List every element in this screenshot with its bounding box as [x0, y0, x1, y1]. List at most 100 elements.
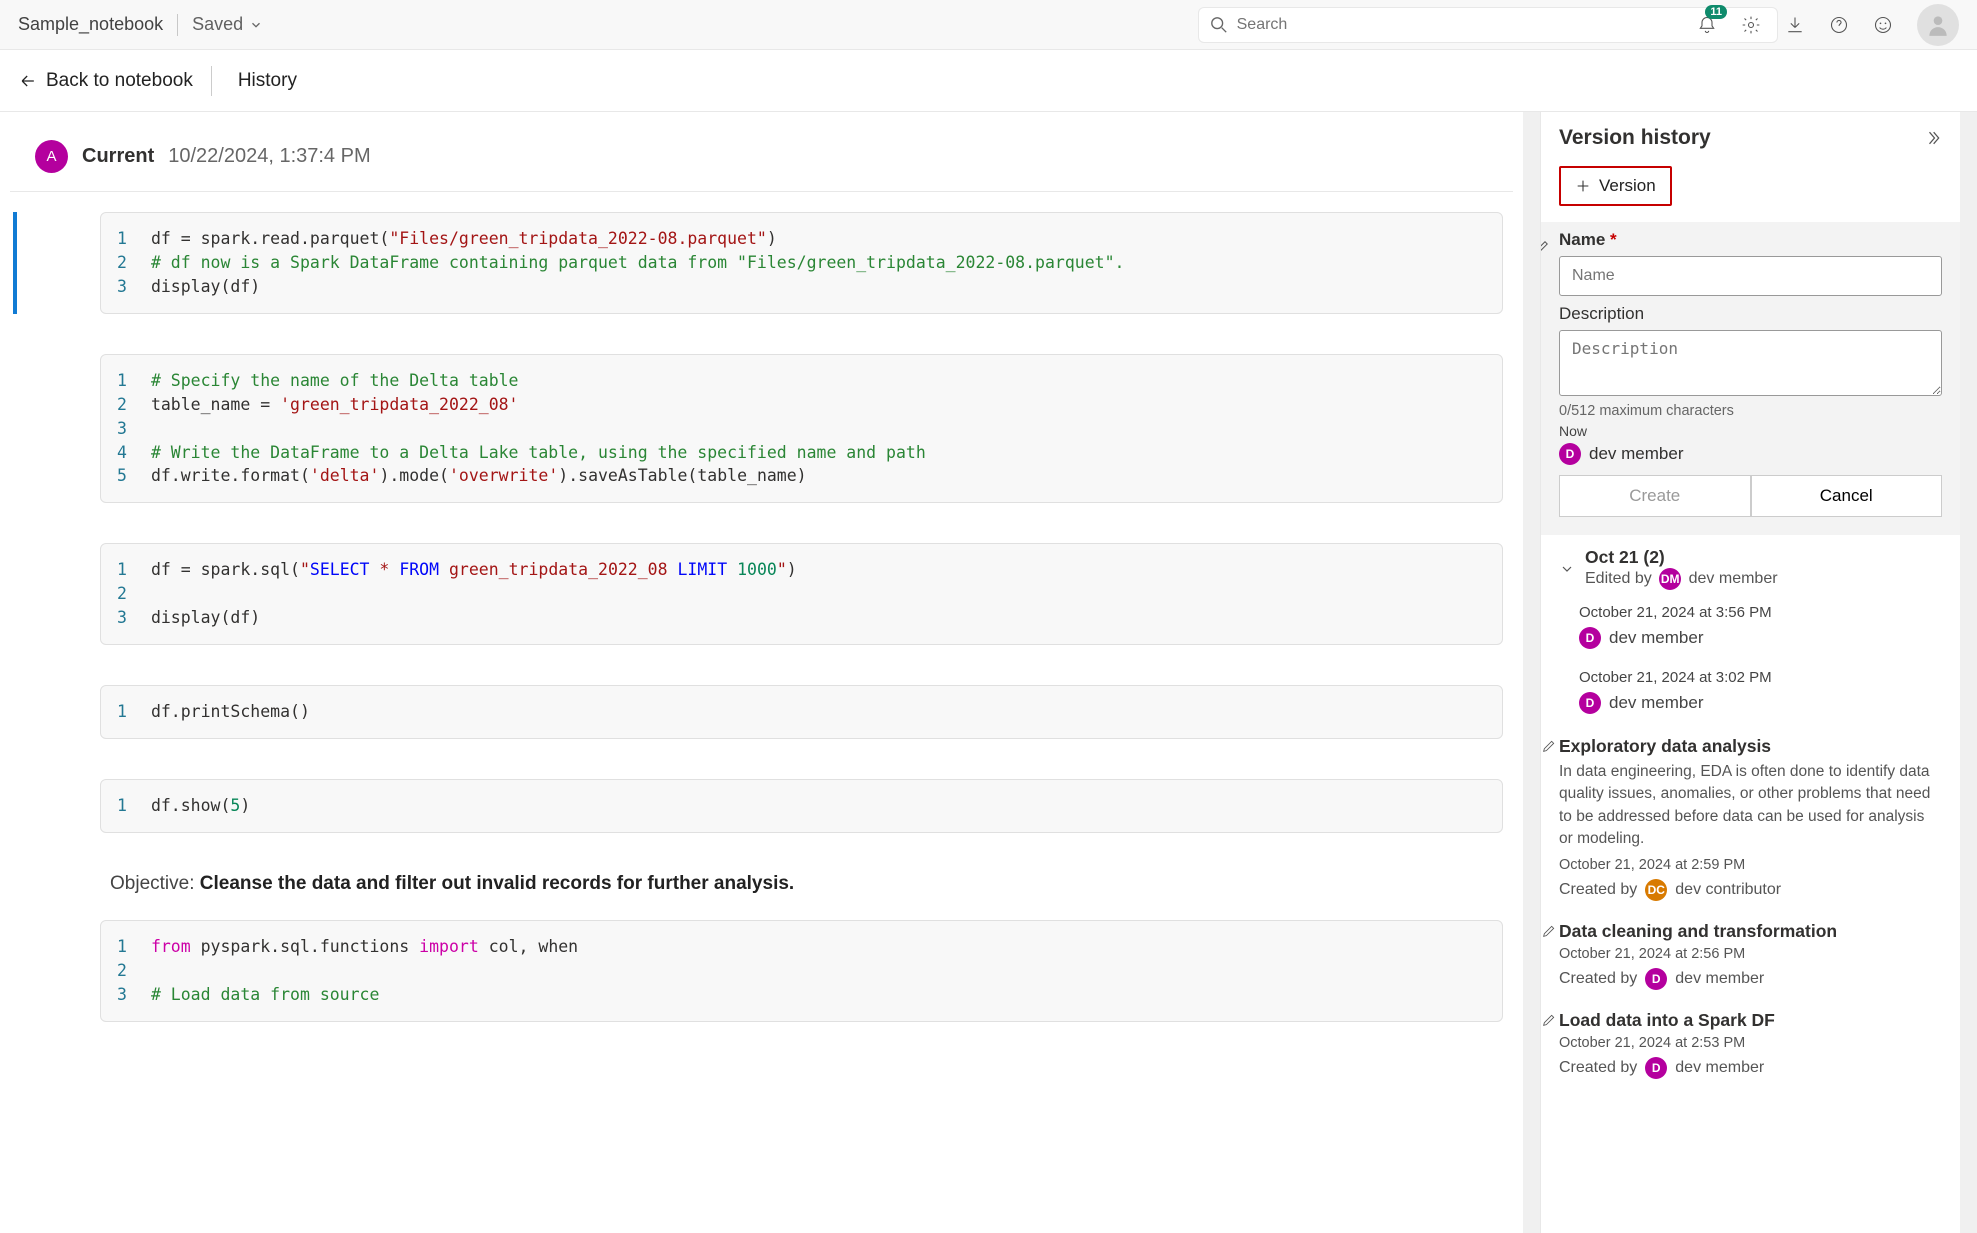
panel-title: Version history — [1559, 126, 1711, 150]
history-item-named[interactable]: Data cleaning and transformation October… — [1559, 909, 1942, 998]
divider — [177, 14, 178, 36]
search-wrap — [1198, 7, 1778, 43]
group-date: Oct 21 (2) — [1585, 547, 1778, 568]
group-editor: Edited by DM dev member — [1585, 568, 1778, 590]
download-icon — [1785, 14, 1805, 36]
line-gutter: 1 2 3 — [117, 935, 151, 1007]
create-button[interactable]: Create — [1559, 475, 1751, 517]
version-name-input[interactable] — [1559, 256, 1942, 296]
history-author: D dev member — [1579, 692, 1942, 714]
arrow-left-icon — [18, 71, 38, 91]
code-content: df = spark.sql("SELECT * FROM green_trip… — [151, 558, 797, 630]
objective-text: Cleanse the data and filter out invalid … — [200, 873, 794, 894]
name-label: Name * — [1559, 230, 1942, 250]
person-icon — [1925, 12, 1951, 38]
author-name: dev member — [1675, 1059, 1764, 1077]
feedback-button[interactable] — [1873, 15, 1893, 35]
line-gutter: 1 2 3 4 5 — [117, 369, 151, 489]
code-content: df.printSchema() — [151, 700, 310, 724]
history-time: October 21, 2024 at 3:56 PM — [1579, 604, 1942, 621]
history-group-header[interactable]: Oct 21 (2) Edited by DM dev member — [1559, 547, 1942, 590]
sub-bar: Back to notebook History — [0, 50, 1977, 112]
code-cell[interactable]: 1 df.printSchema() — [10, 685, 1513, 739]
code-cell[interactable]: 1 2 3 df = spark.sql("SELECT * FROM gree… — [10, 543, 1513, 645]
edit-icon[interactable] — [1541, 1012, 1557, 1028]
history-item[interactable]: October 21, 2024 at 3:02 PM D dev member — [1559, 659, 1942, 724]
settings-button[interactable] — [1741, 15, 1761, 35]
version-desc: In data engineering, EDA is often done t… — [1559, 761, 1942, 851]
tab-history[interactable]: History — [230, 70, 305, 92]
version-title: Data cleaning and transformation — [1559, 921, 1942, 942]
author-avatar: D — [1559, 443, 1581, 465]
panel-scrollbar[interactable] — [1960, 112, 1977, 1233]
code-cell[interactable]: 1 2 3 4 5 # Specify the name of the Delt… — [10, 354, 1513, 504]
version-title: Exploratory data analysis — [1559, 736, 1942, 757]
history-author: D dev member — [1579, 627, 1942, 649]
content-area: A Current 10/22/2024, 1:37:4 PM 1 2 3 df… — [0, 112, 1523, 1233]
author-avatar: D — [1579, 627, 1601, 649]
notifications-button[interactable]: 11 — [1697, 15, 1717, 35]
chevron-down-icon — [249, 18, 263, 32]
version-creator: Created by D dev member — [1559, 1057, 1942, 1079]
new-version-form: Name * Description 0/512 maximum charact… — [1541, 222, 1960, 535]
line-gutter: 1 — [117, 700, 151, 724]
history-time: October 21, 2024 at 3:02 PM — [1579, 669, 1942, 686]
search-input[interactable] — [1198, 7, 1778, 43]
char-count: 0/512 maximum characters — [1559, 403, 1942, 419]
back-to-notebook-button[interactable]: Back to notebook — [18, 70, 193, 92]
code-cell[interactable]: 1 df.show(5) — [10, 779, 1513, 833]
now-label: Now — [1559, 423, 1942, 439]
plus-icon — [1575, 178, 1591, 194]
history-item[interactable]: October 21, 2024 at 3:56 PM D dev member — [1559, 594, 1942, 659]
saved-label: Saved — [192, 14, 243, 35]
author-avatar: D — [1645, 968, 1667, 990]
add-version-button[interactable]: Version — [1559, 166, 1672, 206]
help-button[interactable] — [1829, 15, 1849, 35]
desc-label: Description — [1559, 304, 1942, 324]
author-name: dev member — [1609, 693, 1703, 713]
version-creator: Created by D dev member — [1559, 968, 1942, 990]
edit-icon[interactable] — [1540, 238, 1551, 256]
code-content: # Specify the name of the Delta table ta… — [151, 369, 926, 489]
version-title: Load data into a Spark DF — [1559, 1010, 1942, 1031]
form-buttons: Create Cancel — [1559, 475, 1942, 517]
collapse-panel-icon[interactable] — [1922, 128, 1942, 148]
edit-icon[interactable] — [1541, 738, 1557, 754]
version-creator: Created by DC dev contributor — [1559, 879, 1942, 901]
history-item-named[interactable]: Load data into a Spark DF October 21, 20… — [1559, 998, 1942, 1087]
code-content: df.show(5) — [151, 794, 250, 818]
line-gutter: 1 — [117, 794, 151, 818]
saved-status[interactable]: Saved — [192, 14, 263, 35]
edit-icon[interactable] — [1541, 923, 1557, 939]
author-name: dev member — [1609, 628, 1703, 648]
version-desc-input[interactable] — [1559, 330, 1942, 396]
current-label: Current — [82, 145, 154, 168]
form-author: D dev member — [1559, 443, 1942, 465]
version-time: October 21, 2024 at 2:59 PM — [1559, 857, 1942, 873]
cancel-button[interactable]: Cancel — [1751, 475, 1943, 517]
main: A Current 10/22/2024, 1:37:4 PM 1 2 3 df… — [0, 112, 1977, 1233]
notebook-name[interactable]: Sample_notebook — [18, 14, 163, 35]
code-content: from pyspark.sql.functions import col, w… — [151, 935, 578, 1007]
user-avatar[interactable] — [1917, 4, 1959, 46]
author-avatar: A — [35, 140, 68, 173]
content-scrollbar[interactable] — [1523, 112, 1540, 1233]
notification-badge: 11 — [1705, 5, 1727, 19]
author-avatar: D — [1579, 692, 1601, 714]
chevron-down-icon — [1559, 561, 1575, 577]
smiley-icon — [1873, 14, 1893, 36]
download-button[interactable] — [1785, 15, 1805, 35]
panel-header: Version history — [1541, 112, 1960, 158]
version-btn-label: Version — [1599, 176, 1656, 196]
divider — [211, 66, 212, 96]
code-content: df = spark.read.parquet("Files/green_tri… — [151, 227, 1125, 299]
back-label: Back to notebook — [46, 70, 193, 92]
line-gutter: 1 2 3 — [117, 558, 151, 630]
markdown-cell[interactable]: Objective: Cleanse the data and filter o… — [10, 873, 1513, 920]
top-bar: Sample_notebook Saved Fabric Trial: 11 d… — [0, 0, 1977, 50]
gear-icon — [1741, 14, 1761, 36]
history-item-named[interactable]: Exploratory data analysis In data engine… — [1559, 724, 1942, 909]
code-cell[interactable]: 1 2 3 df = spark.read.parquet("Files/gre… — [10, 212, 1513, 314]
code-cell[interactable]: 1 2 3 from pyspark.sql.functions import … — [10, 920, 1513, 1022]
objective-label: Objective: — [110, 873, 200, 894]
